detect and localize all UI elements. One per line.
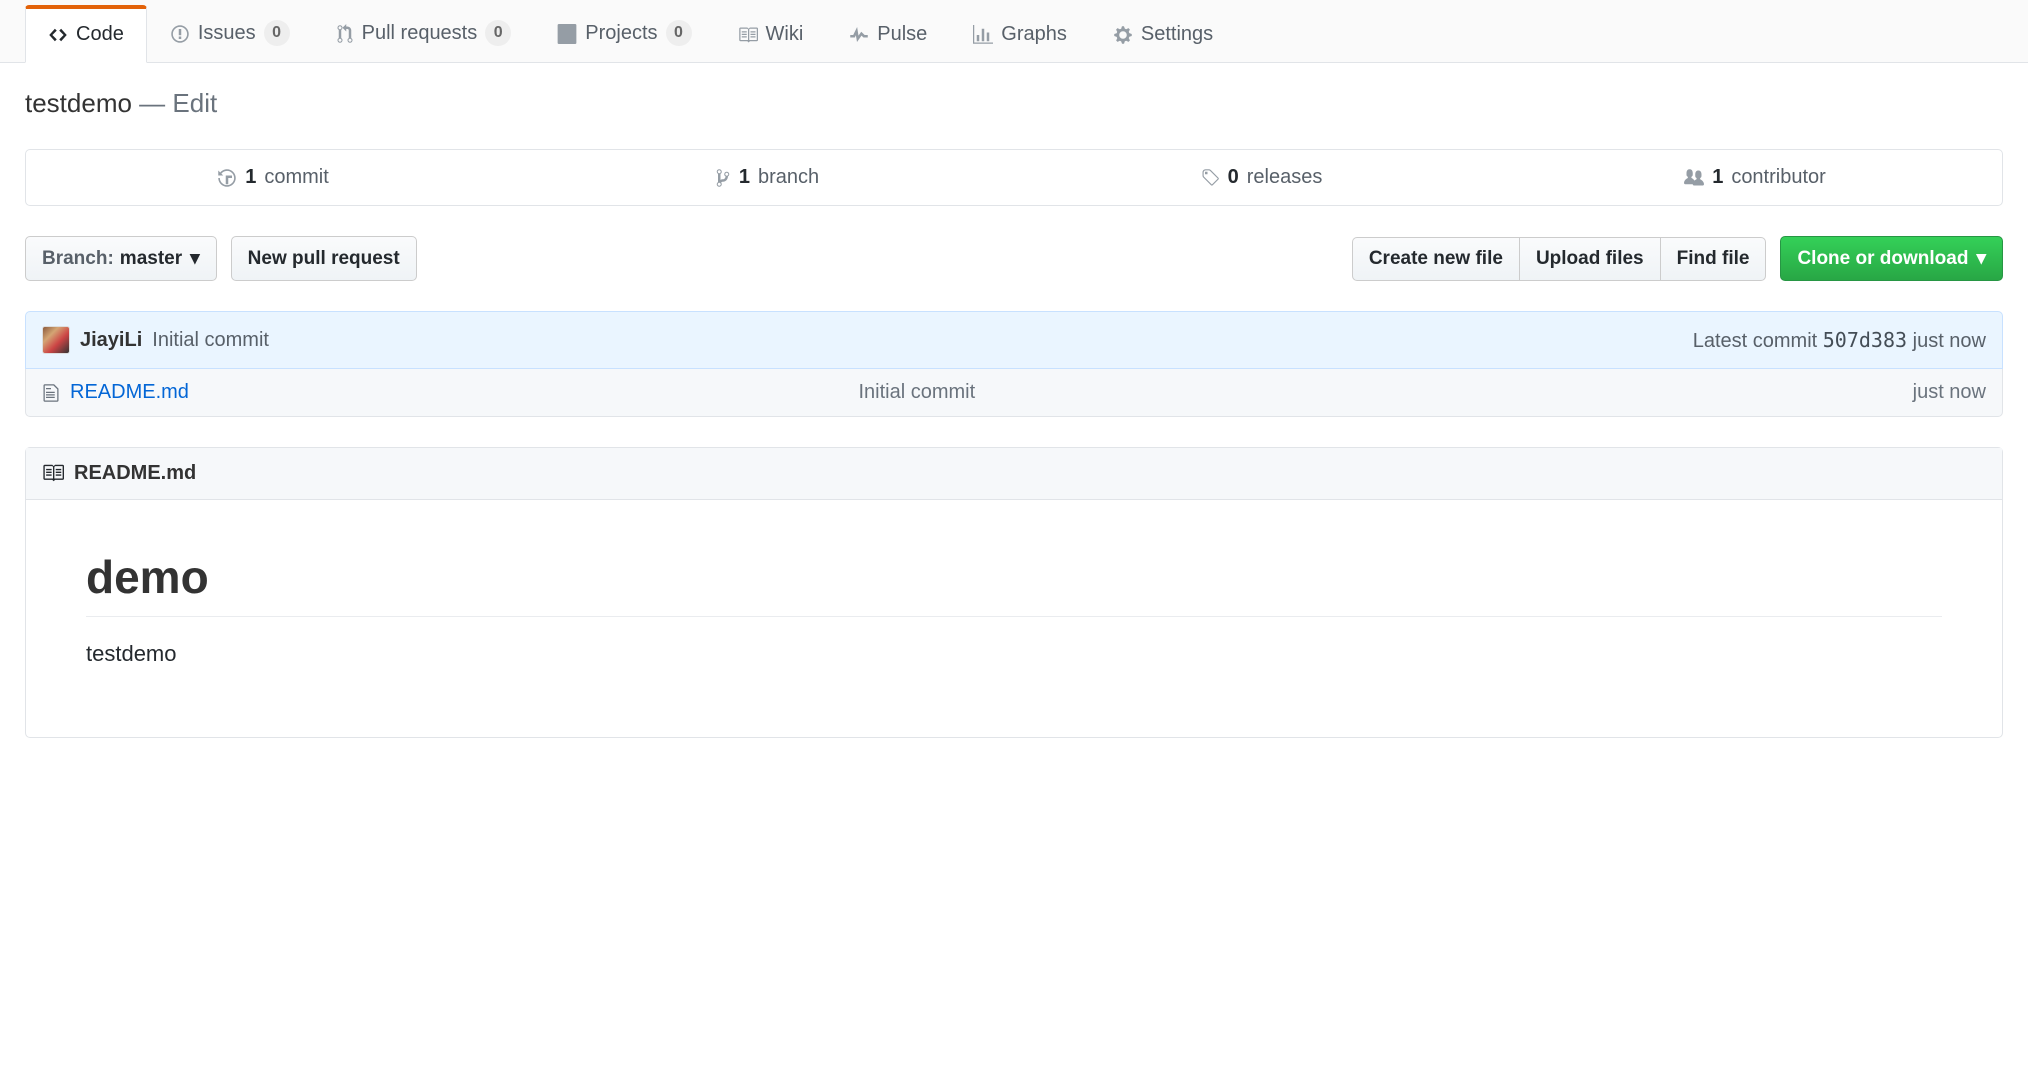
stat-label: branch	[758, 166, 819, 189]
file-link[interactable]: README.md	[70, 381, 189, 404]
tab-counter: 0	[264, 20, 290, 46]
readme-header: README.md	[26, 448, 2002, 500]
find-file-button[interactable]: Find file	[1660, 237, 1767, 281]
project-icon	[557, 22, 577, 45]
tab-issues[interactable]: Issues 0	[147, 1, 313, 63]
stat-contributors[interactable]: 1 contributor	[1508, 150, 2002, 205]
tab-label: Graphs	[1001, 23, 1067, 46]
stat-count: 1	[739, 166, 750, 189]
tab-settings[interactable]: Settings	[1090, 4, 1236, 63]
readme-body: demo testdemo	[26, 500, 2002, 737]
tab-counter: 0	[485, 20, 511, 46]
graph-icon	[973, 23, 993, 46]
commit-sha[interactable]: 507d383	[1823, 328, 1907, 352]
tag-icon	[1200, 166, 1220, 189]
tab-code[interactable]: Code	[25, 5, 147, 63]
latest-commit-bar: JiayiLi Initial commit Latest commit 507…	[25, 311, 2003, 369]
new-pull-request-button[interactable]: New pull request	[231, 236, 417, 281]
commit-message[interactable]: Initial commit	[152, 329, 269, 352]
issue-icon	[170, 22, 190, 45]
clone-download-button[interactable]: Clone or download ▾	[1780, 236, 2003, 281]
file-commit-message[interactable]: Initial commit	[858, 381, 1912, 404]
stat-releases[interactable]: 0 releases	[1014, 150, 1508, 205]
branch-select-button[interactable]: Branch: master ▾	[25, 236, 217, 281]
readme-paragraph: testdemo	[86, 641, 1942, 667]
latest-commit-prefix: Latest commit	[1693, 330, 1817, 352]
book-icon	[42, 462, 64, 485]
file-button-group: Create new file Upload files Find file	[1352, 237, 1767, 281]
stat-count: 0	[1228, 166, 1239, 189]
description-separator: —	[132, 88, 172, 118]
readme-box: README.md demo testdemo	[25, 447, 2003, 738]
tab-label: Issues	[198, 22, 256, 45]
pulse-icon	[849, 23, 869, 46]
avatar[interactable]	[42, 326, 70, 354]
repo-tabnav: Code Issues 0 Pull requests 0 Projects 0…	[0, 0, 2028, 63]
tab-label: Wiki	[766, 23, 804, 46]
file-row: README.md Initial commit just now	[25, 369, 2003, 417]
branch-icon	[715, 166, 731, 189]
repo-stats-bar: 1 commit 1 branch 0 releases 1 contribut…	[25, 149, 2003, 206]
tab-graphs[interactable]: Graphs	[950, 4, 1090, 63]
tab-label: Code	[76, 23, 124, 46]
gear-icon	[1113, 23, 1133, 46]
tab-label: Pulse	[877, 23, 927, 46]
stat-label: releases	[1247, 166, 1323, 189]
tab-label: Settings	[1141, 23, 1213, 46]
edit-description-link[interactable]: Edit	[172, 88, 217, 118]
pull-request-icon	[336, 22, 354, 45]
commit-time: just now	[1913, 330, 1986, 352]
tab-pull-requests[interactable]: Pull requests 0	[313, 1, 535, 63]
upload-files-button[interactable]: Upload files	[1519, 237, 1660, 281]
repo-description-row: testdemo — Edit	[25, 88, 2003, 119]
stat-commits[interactable]: 1 commit	[26, 150, 520, 205]
tab-projects[interactable]: Projects 0	[534, 1, 714, 63]
branch-prefix: Branch:	[42, 248, 114, 270]
stat-count: 1	[1712, 166, 1723, 189]
book-icon	[738, 23, 758, 46]
tab-label: Pull requests	[362, 22, 478, 45]
caret-down-icon: ▾	[190, 247, 200, 270]
people-icon	[1684, 166, 1704, 189]
create-file-button[interactable]: Create new file	[1352, 237, 1519, 281]
tab-pulse[interactable]: Pulse	[826, 4, 950, 63]
stat-label: commit	[264, 166, 328, 189]
file-actions-row: Branch: master ▾ New pull request Create…	[25, 236, 2003, 281]
caret-down-icon: ▾	[1976, 247, 1986, 270]
commit-author[interactable]: JiayiLi	[80, 329, 142, 352]
stat-count: 1	[245, 166, 256, 189]
history-icon	[217, 166, 237, 189]
stat-branches[interactable]: 1 branch	[520, 150, 1014, 205]
repo-description: testdemo	[25, 88, 132, 118]
file-time: just now	[1913, 381, 1986, 404]
clone-label: Clone or download	[1797, 248, 1968, 270]
code-icon	[48, 23, 68, 46]
file-icon	[42, 381, 60, 404]
readme-heading: demo	[86, 550, 1942, 617]
readme-filename: README.md	[74, 462, 196, 485]
tab-label: Projects	[585, 22, 657, 45]
tab-counter: 0	[666, 20, 692, 46]
stat-label: contributor	[1731, 166, 1826, 189]
branch-name: master	[120, 248, 182, 270]
tab-wiki[interactable]: Wiki	[715, 4, 827, 63]
